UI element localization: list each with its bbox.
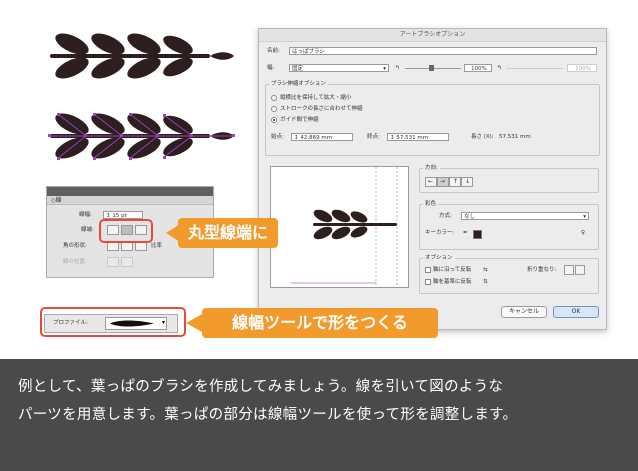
arrow-left-icon: ← [428, 178, 434, 185]
flip-across-checkbox[interactable] [425, 279, 431, 285]
options-group [419, 258, 599, 294]
option-between-guides-label: ガイド間で伸縮 [280, 117, 319, 123]
flip-along-icon: ⇆ [483, 267, 488, 273]
tips-icon[interactable]: ♀ [581, 229, 585, 237]
arrow-right-icon: → [440, 178, 446, 185]
width-slider-thumb[interactable] [429, 65, 434, 71]
end-label: 終点: [367, 134, 380, 140]
stroke-panel-tab[interactable]: ◇線 [47, 196, 213, 205]
overlap-option-1[interactable] [564, 265, 574, 275]
eyedropper-icon[interactable]: ✒ [463, 229, 468, 237]
method-label: 方式: [439, 213, 452, 219]
width-percent-input[interactable]: 100% [464, 64, 492, 72]
ratio-label: 比率 [151, 243, 163, 249]
max-width-slider-track [507, 68, 563, 69]
panel-header [47, 187, 213, 196]
dialog-title: アートブラシオプション [259, 29, 606, 42]
width-mode-select[interactable]: 固定 ▾ [289, 64, 389, 72]
leaf-shape-filled [50, 33, 234, 79]
colorization-title: 彩色 [423, 200, 439, 208]
weight-input[interactable]: ↕ 15 pt [103, 211, 143, 219]
variation-icon: ↰ [395, 65, 400, 71]
callout-round-cap: 丸型線端に [178, 218, 278, 248]
align-inside-button [121, 257, 133, 267]
radio-fit-length[interactable] [271, 106, 277, 112]
option-keep-ratio-label: 縦横比を保持して拡大・縮小 [280, 95, 352, 101]
callout-pointer [166, 224, 180, 242]
flip-along-label: 軸に沿って反転 [433, 267, 472, 273]
brush-name-input[interactable]: はっぱブラシ [289, 47, 597, 55]
width-mode-value: 固定 [292, 66, 304, 72]
caption-panel: 例として、葉っぱのブラシを作成してみましょう。線を引いて図のような パーツを用意… [0, 359, 638, 471]
end-value: 57.531 mm [396, 135, 429, 141]
overlap-option-2[interactable] [575, 265, 585, 275]
end-input[interactable]: ↕ 57.531 mm [387, 133, 449, 141]
cap-label: 線端: [81, 227, 94, 233]
ok-button[interactable]: OK [553, 306, 599, 318]
start-value: 42.869 mm [300, 135, 333, 141]
caption-line-2: パーツを用意します。葉っぱの部分は線幅ツールを使って形を調整します。 [18, 407, 518, 423]
method-select[interactable]: なし ▾ [461, 212, 589, 220]
option-fit-length-label: ストロークの長さに合わせて伸縮 [280, 106, 363, 112]
flip-across-label: 軸を基準に反転 [433, 279, 472, 285]
art-brush-options-dialog: アートブラシオプション 名前: はっぱブラシ 幅: 固定 ▾ ↰ 100% ↰ … [258, 28, 607, 330]
leaf-preview-shape [313, 209, 397, 240]
colorization-group [419, 204, 599, 250]
max-width-percent-input: 100% [567, 64, 597, 72]
direction-left-button[interactable]: ← [425, 177, 437, 187]
arrow-up-icon: ↑ [453, 178, 459, 185]
direction-title: 方向: [423, 164, 440, 172]
cap-highlight [99, 219, 153, 243]
start-input[interactable]: ↕ 42.869 mm [291, 133, 353, 141]
start-label: 始点: [271, 134, 284, 140]
flip-across-icon: ⇅ [483, 279, 488, 285]
leaf-brush-illustrations [48, 33, 235, 160]
chevron-down-icon: ▾ [583, 214, 586, 220]
length-value: 57.531 mm [499, 134, 531, 140]
key-color-swatch[interactable] [473, 230, 482, 239]
brush-preview-art [291, 167, 398, 287]
scale-group-title: ブラシ伸縮オプション [269, 80, 328, 88]
direction-down-button[interactable]: ↓ [461, 177, 473, 187]
cancel-button[interactable]: キャンセル [501, 306, 547, 318]
flip-along-checkbox[interactable] [425, 267, 431, 273]
method-value: なし [464, 214, 476, 220]
callout-width-tool: 線幅ツールで形をつくる [202, 308, 438, 338]
radio-between-guides[interactable] [271, 117, 277, 123]
width-label: 幅: [267, 65, 275, 71]
radio-keep-ratio[interactable] [271, 95, 277, 101]
arrow-down-icon: ↓ [465, 178, 471, 185]
direction-right-button[interactable]: → [437, 177, 449, 187]
align-center-button [107, 257, 119, 267]
weight-label: 線幅: [79, 212, 92, 218]
callout-pointer [186, 314, 202, 332]
align-label: 線の位置: [63, 259, 87, 265]
length-label: 長さ (X): [471, 134, 494, 140]
profile-highlight [40, 307, 186, 337]
caption-line-1: 例として、葉っぱのブラシを作成してみましょう。線を引いて図のような [18, 379, 504, 395]
overlap-label: 折り重なり: [527, 267, 557, 273]
chevron-down-icon: ▾ [383, 66, 386, 72]
variation-icon: ↰ [497, 65, 502, 71]
corner-label: 角の形状: [63, 243, 87, 249]
name-label: 名前: [267, 48, 280, 54]
brush-preview [270, 166, 409, 288]
options-title: オプション [423, 254, 455, 262]
key-color-label: キーカラー: [425, 230, 455, 236]
direction-up-button[interactable]: ↑ [449, 177, 461, 187]
